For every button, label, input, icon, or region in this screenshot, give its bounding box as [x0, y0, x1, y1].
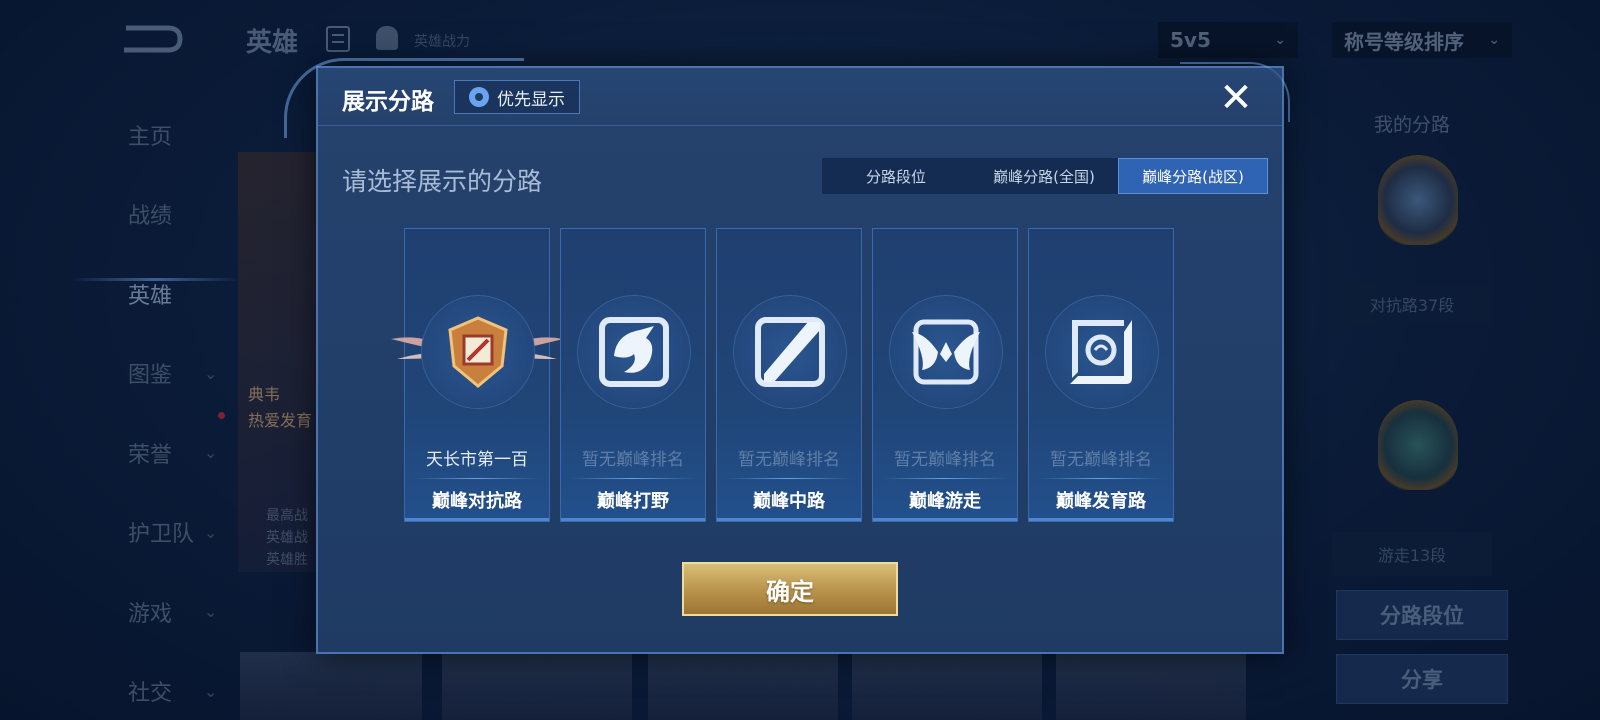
- lane-card-mid[interactable]: 暂无巅峰排名 巅峰中路: [716, 228, 862, 522]
- priority-display-button[interactable]: 优先显示: [454, 80, 580, 114]
- lane-display-dialog: 展示分路 优先显示 ✕ 请选择展示的分路 分路段位 巅峰分路(全国) 巅峰分路(…: [284, 58, 1290, 654]
- priority-display-label: 优先显示: [497, 89, 565, 110]
- lane-rank-text: 暂无巅峰排名: [582, 450, 684, 470]
- lane-underline: [717, 518, 861, 521]
- lane-icon-frame: [577, 295, 691, 409]
- lane-divider: [727, 478, 851, 479]
- lane-card-farm[interactable]: 暂无巅峰排名 巅峰发育路: [1028, 228, 1174, 522]
- select-prompt: 请选择展示的分路: [342, 167, 543, 196]
- lane-divider: [415, 478, 539, 479]
- lane-rank-text: 暂无巅峰排名: [738, 450, 840, 470]
- tab-peak-national[interactable]: 巅峰分路(全国): [970, 158, 1118, 194]
- lane-name: 巅峰对抗路: [432, 491, 522, 512]
- lane-icon-frame: [421, 295, 535, 409]
- lane-cards: 天长市第一百 巅峰对抗路 暂无巅峰排名 巅峰打野 暂无巅峰排名 巅峰中路 暂无巅…: [391, 228, 1174, 522]
- lane-name: 巅峰发育路: [1056, 491, 1146, 512]
- lane-underline: [405, 518, 549, 521]
- slash-icon: [755, 317, 825, 387]
- lane-name: 巅峰游走: [909, 491, 981, 512]
- lane-card-roam[interactable]: 暂无巅峰排名 巅峰游走: [872, 228, 1018, 522]
- lane-icon-frame: [889, 295, 1003, 409]
- tab-lane-rank[interactable]: 分路段位: [822, 158, 970, 194]
- confirm-button[interactable]: 确定: [682, 562, 898, 616]
- lane-underline: [1029, 518, 1173, 521]
- lane-rank-text: 天长市第一百: [426, 450, 528, 470]
- gear-icon: [469, 87, 489, 107]
- dragon-icon: [599, 317, 669, 387]
- lane-underline: [561, 518, 705, 521]
- tab-peak-region[interactable]: 巅峰分路(战区): [1118, 158, 1268, 194]
- lane-name: 巅峰打野: [597, 491, 669, 512]
- lane-rank-text: 暂无巅峰排名: [1050, 450, 1152, 470]
- lane-divider: [1039, 478, 1163, 479]
- lane-rank-text: 暂无巅峰排名: [894, 450, 996, 470]
- lane-divider: [571, 478, 695, 479]
- lane-card-jungle[interactable]: 暂无巅峰排名 巅峰打野: [560, 228, 706, 522]
- lane-icon-frame: [733, 295, 847, 409]
- lane-tabs: 分路段位 巅峰分路(全国) 巅峰分路(战区): [822, 158, 1268, 194]
- lane-underline: [873, 518, 1017, 521]
- lane-icon-frame: [1045, 295, 1159, 409]
- lane-card-top[interactable]: 天长市第一百 巅峰对抗路: [391, 228, 563, 522]
- badge-icon: [448, 316, 508, 388]
- lane-name: 巅峰中路: [753, 491, 825, 512]
- dialog-header: 展示分路 优先显示 ✕: [318, 68, 1282, 126]
- lane-divider: [883, 478, 1007, 479]
- dialog-title: 展示分路: [342, 89, 434, 115]
- close-icon[interactable]: ✕: [1216, 78, 1256, 118]
- wings-icon: [912, 319, 980, 385]
- target-icon: [1070, 320, 1132, 384]
